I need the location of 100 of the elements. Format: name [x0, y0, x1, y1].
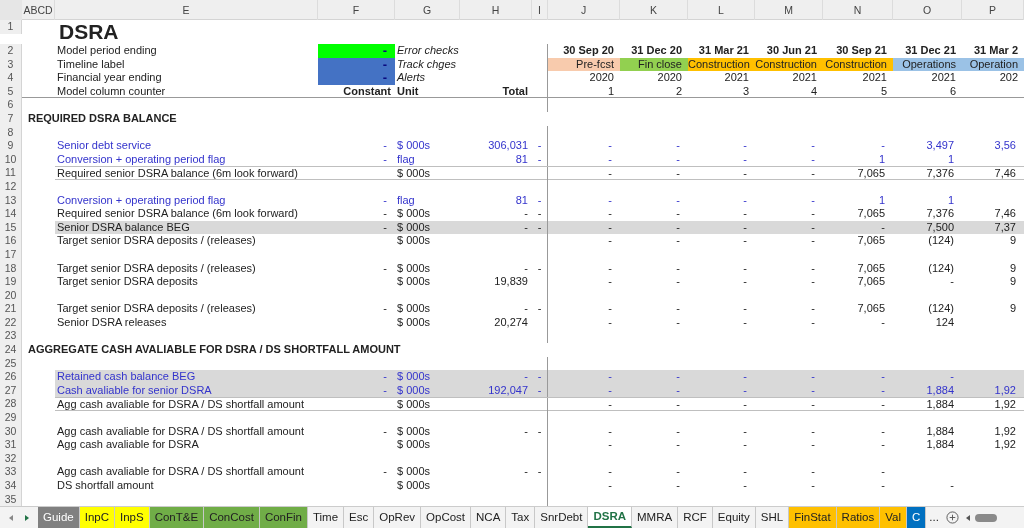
row-number[interactable]: 23 — [0, 329, 22, 344]
row-number[interactable]: 6 — [0, 98, 22, 112]
column-header[interactable]: H — [460, 0, 532, 20]
cell-value: 3,56 — [994, 139, 1016, 152]
row-number[interactable]: 21 — [0, 302, 22, 316]
column-header[interactable]: L — [688, 0, 755, 20]
column-header[interactable]: ABCD — [22, 0, 55, 20]
add-sheet-icon[interactable] — [945, 511, 959, 525]
cell-value: - — [537, 220, 542, 233]
row-label: Senior DSRA balance BEG — [57, 220, 190, 233]
period-date: 31 Mar 21 — [698, 44, 749, 56]
unit-label: flag — [397, 152, 415, 165]
scroll-left-icon[interactable] — [8, 514, 14, 521]
cell-value: - — [811, 465, 815, 478]
column-header[interactable]: F — [318, 0, 395, 20]
cell-value: - — [608, 139, 612, 152]
row-label: Cash avaliable for senior DSRA — [57, 383, 212, 396]
cell-value: 1 — [878, 152, 885, 165]
cell-value: - — [743, 370, 747, 383]
sheet-tab[interactable]: Equity — [712, 507, 756, 528]
sheet-tab[interactable]: InpC — [79, 507, 115, 528]
row-number[interactable]: 31 — [0, 438, 22, 452]
row-label: Target senior DSRA deposits / (releases) — [57, 302, 256, 315]
sheet-tab[interactable]: RCF — [678, 507, 713, 528]
cell-value: - — [743, 479, 747, 491]
row-number[interactable]: 28 — [0, 397, 22, 412]
cell-value: - — [537, 261, 542, 274]
row-number[interactable]: 29 — [0, 411, 22, 425]
sheet-tab[interactable]: Time — [307, 507, 345, 528]
row-label: Senior DSRA releases — [57, 315, 167, 328]
scroll-left-icon[interactable] — [964, 514, 971, 521]
year-value: 2020 — [589, 71, 614, 84]
cell-value: 1,92 — [994, 438, 1016, 451]
sheet-tab[interactable]: Ratios — [836, 507, 881, 528]
cell-value: - — [537, 302, 542, 315]
row-label: Agg cash avaliable for DSRA / DS shortfall amount — [57, 424, 304, 437]
sheet-tab[interactable]: ConT&E — [149, 507, 205, 528]
cell-value: - — [524, 207, 528, 220]
column-header[interactable]: G — [395, 0, 460, 20]
row-number[interactable]: 19 — [0, 275, 22, 289]
sheet-tab[interactable]: MMRA — [632, 507, 679, 528]
column-header[interactable]: O — [893, 0, 962, 20]
cell-value: - — [608, 424, 612, 437]
row-number[interactable]: 1 — [0, 20, 22, 34]
row-number[interactable]: 26 — [0, 370, 22, 384]
row-number[interactable]: 14 — [0, 207, 22, 221]
sheet-tab[interactable]: OpCost — [421, 507, 472, 528]
column-header[interactable]: E — [55, 0, 318, 20]
sheet-tab[interactable]: FinStat — [789, 507, 837, 528]
period-date: 30 Sep 20 — [563, 44, 614, 56]
column-header[interactable]: K — [620, 0, 688, 20]
sheet-tab[interactable]: ConCost — [204, 507, 260, 528]
unit-label: $ 000s — [397, 261, 431, 274]
row-number[interactable]: 33 — [0, 465, 22, 479]
check-label: Alerts — [397, 71, 426, 84]
row-label: Model period ending — [57, 44, 157, 56]
cell-value: 7,065 — [857, 207, 885, 220]
cell-value: - — [608, 167, 612, 180]
cell-value: - — [676, 438, 680, 451]
cell-value: - — [676, 398, 680, 411]
sheet-tab[interactable]: OpRev — [374, 507, 422, 528]
sheet-tab[interactable]: Esc — [344, 507, 375, 528]
row-label: Timeline label — [57, 57, 125, 70]
row-number[interactable]: 34 — [0, 479, 22, 493]
cell-value: - — [811, 275, 815, 288]
sheet-tab[interactable]: NCA — [471, 507, 507, 528]
cell-value: 7,065 — [857, 261, 885, 274]
row-number[interactable]: 24 — [0, 343, 22, 357]
row-label: Target senior DSRA deposits — [57, 275, 198, 288]
row-number[interactable]: 16 — [0, 234, 22, 248]
column-header[interactable]: J — [548, 0, 620, 20]
sheet-tab[interactable]: Tax — [506, 507, 536, 528]
cell-value: - — [881, 315, 885, 328]
cell-value: - — [811, 424, 815, 437]
column-header[interactable]: M — [755, 0, 823, 20]
cell-value: - — [524, 465, 528, 478]
row-number[interactable]: 11 — [0, 166, 22, 180]
sheet-tab[interactable]: ConFin — [259, 507, 308, 528]
horizontal-scrollbar[interactable] — [974, 513, 997, 522]
column-header[interactable]: P — [962, 0, 1024, 20]
cell-value: - — [743, 302, 747, 315]
sheet-title: DSRA — [59, 20, 119, 43]
more-tabs[interactable]: ... — [926, 508, 942, 527]
sheet-tab[interactable]: InpS — [115, 507, 150, 528]
row-number[interactable]: 2 — [0, 44, 22, 58]
column-header[interactable]: N — [823, 0, 893, 20]
scroll-right-icon[interactable] — [24, 514, 30, 521]
cell-value: - — [524, 370, 528, 383]
column-header[interactable]: I — [532, 0, 548, 20]
sheet-tab[interactable]: Guide — [38, 507, 80, 528]
cell-value: - — [524, 261, 528, 274]
counter-value: 1 — [607, 84, 614, 97]
row-number[interactable]: 4 — [0, 71, 22, 85]
cell-value: 1 — [947, 193, 954, 206]
sheet-tab[interactable]: Val — [880, 507, 907, 528]
cell-value: - — [743, 383, 747, 396]
cell-value: - — [950, 479, 954, 491]
sheet-tab[interactable]: DSRA — [588, 507, 633, 528]
period-date: 31 Dec 21 — [905, 44, 956, 56]
row-number[interactable]: 9 — [0, 139, 22, 153]
